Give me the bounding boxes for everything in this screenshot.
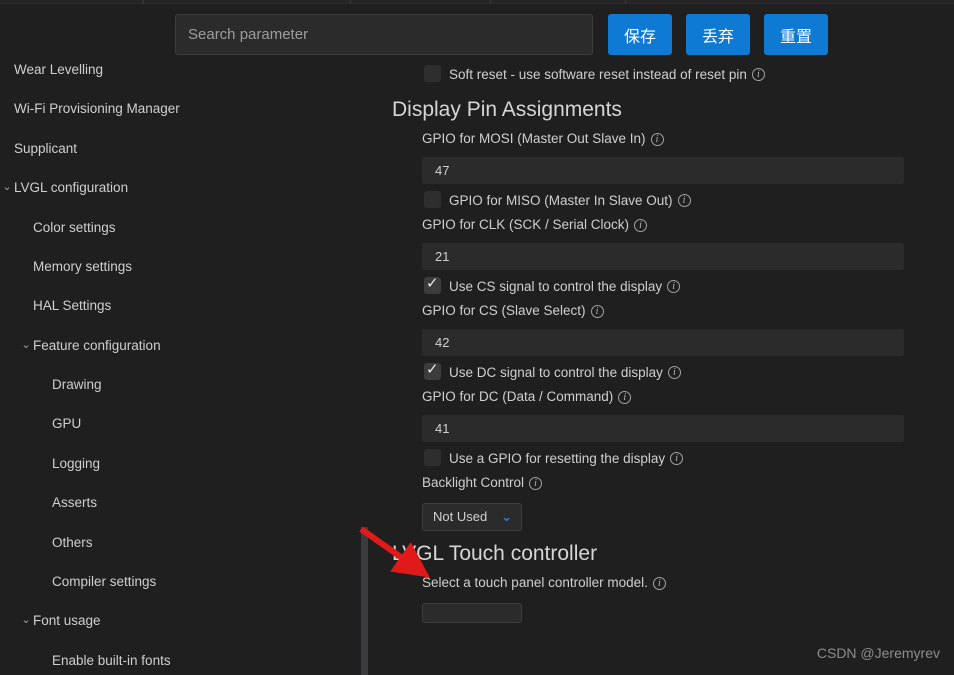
field-label-row: GPIO for CLK (SCK / Serial Clock) i (370, 213, 954, 237)
sidebar-item-label: Wi-Fi Provisioning Manager (14, 101, 180, 117)
sidebar-item-label: Compiler settings (52, 574, 157, 590)
page-title-display-pins: Display Pin Assignments (392, 98, 622, 121)
sidebar-item-font-usage[interactable]: ⌄ Font usage (0, 611, 360, 631)
select-value: Not Used (433, 509, 488, 524)
checkbox-label: Use CS signal to control the display (449, 278, 663, 294)
save-button[interactable]: 保存 (608, 14, 672, 55)
sidebar-item-label: Color settings (33, 219, 116, 235)
sidebar-item-enable-built-in-fonts[interactable]: Enable built-in fonts (0, 651, 360, 671)
gpio-clk-field[interactable] (422, 243, 904, 270)
sidebar-item-label: Memory settings (33, 258, 133, 274)
watermark: CSDN @Jeremyrev (816, 645, 940, 661)
gpio-miso-checkbox-box[interactable] (424, 191, 441, 208)
checkbox-label: Use DC signal to control the display (449, 364, 663, 380)
gpio-cs-field[interactable] (422, 329, 904, 356)
sidebar-item-label: Wear Levelling (14, 62, 104, 77)
sidebar-item-label: Asserts (52, 495, 98, 511)
reset-button[interactable]: 重置 (764, 14, 828, 55)
touch-panel-model-select[interactable] (422, 603, 522, 623)
tab-divider-2 (490, 0, 491, 4)
use-dc-signal-checkbox-box[interactable] (424, 360, 441, 380)
field-label: GPIO for CS (Slave Select) (422, 303, 586, 318)
sidebar-item-label: Others (52, 534, 93, 550)
sidebar-item-drawing[interactable]: Drawing (0, 375, 360, 395)
chevron-down-icon[interactable]: ⌄ (501, 504, 512, 530)
info-icon[interactable]: i (650, 133, 664, 146)
use-cs-signal-checkbox[interactable]: Use CS signal to control the display i (370, 273, 954, 299)
use-dc-signal-checkbox[interactable]: Use DC signal to control the display i (370, 359, 954, 385)
checkbox-label: Use a GPIO for resetting the display (449, 450, 666, 466)
field-label: GPIO for DC (Data / Command) (422, 389, 614, 404)
sidebar-item-gpu[interactable]: GPU (0, 414, 360, 434)
field-label-row: Backlight Control i (370, 471, 954, 495)
sidebar-item-color-settings[interactable]: Color settings (0, 218, 360, 238)
field-label-row: Select a touch panel controller model. i (370, 571, 954, 595)
info-icon[interactable]: i (751, 67, 765, 81)
use-gpio-reset-checkbox[interactable]: Use a GPIO for resetting the display i (370, 445, 954, 471)
sidebar-item-compiler-settings[interactable]: Compiler settings (0, 572, 360, 592)
search-input[interactable] (175, 14, 593, 55)
sidebar-item-label: Drawing (52, 377, 102, 393)
sidebar-item-supplicant[interactable]: Supplicant (0, 139, 360, 159)
page-title-touch-controller: LVGL Touch controller (392, 542, 598, 565)
sidebar-item-hal-settings[interactable]: HAL Settings (0, 296, 360, 316)
gpio-miso-checkbox[interactable]: GPIO for MISO (Master In Slave Out) i (370, 187, 954, 213)
sidebar-item-label: Font usage (33, 613, 101, 629)
discard-button[interactable]: 丢弃 (686, 14, 750, 55)
chevron-down-icon[interactable]: ⌄ (19, 611, 33, 631)
sidebar-item-label: Supplicant (14, 140, 78, 156)
field-label: GPIO for MOSI (Master Out Slave In) (422, 131, 646, 146)
sidebar-item-label: HAL Settings (33, 298, 112, 314)
use-gpio-reset-checkbox-box[interactable] (424, 449, 441, 466)
info-icon[interactable]: i (677, 193, 691, 207)
sidebar-item-lvgl-configuration[interactable]: ⌄ LVGL configuration (0, 178, 360, 198)
gpio-mosi-field[interactable] (422, 157, 904, 184)
info-icon[interactable]: i (667, 279, 681, 293)
info-icon[interactable]: i (590, 305, 604, 318)
chevron-down-icon[interactable]: ⌄ (19, 336, 33, 356)
use-cs-signal-checkbox-box[interactable] (424, 274, 441, 294)
sidebar-item-feature-configuration[interactable]: ⌄ Feature configuration (0, 336, 360, 356)
app-window: 保存 丢弃 重置 Wear Levelling Wi-Fi Provisionin… (0, 0, 954, 675)
settings-panel: Soft reset - use software reset instead … (370, 58, 954, 675)
checkbox-label: Soft reset - use software reset instead … (449, 66, 747, 82)
info-icon[interactable]: i (618, 391, 632, 404)
sidebar-item-others[interactable]: Others (0, 533, 360, 553)
sidebar-item-label: GPU (52, 416, 82, 432)
checkbox-row[interactable]: Soft reset - use software reset instead … (370, 61, 954, 87)
checkbox-label: GPIO for MISO (Master In Slave Out) (449, 192, 673, 208)
info-icon[interactable]: i (667, 365, 681, 379)
sidebar-item-label: Logging (52, 455, 101, 471)
field-label: Backlight Control (422, 475, 525, 490)
sidebar-item-wear-levelling[interactable]: Wear Levelling (0, 60, 360, 80)
editor-tab-strip (0, 0, 954, 4)
info-icon[interactable]: i (670, 451, 684, 465)
sidebar-item-wi-fi-provisioning-manager[interactable]: Wi-Fi Provisioning Manager (0, 99, 360, 119)
sidebar-nav: Wear Levelling Wi-Fi Provisioning Manager… (0, 60, 360, 675)
info-icon[interactable]: i (529, 477, 543, 490)
tab-divider-3 (625, 0, 626, 4)
backlight-control-select[interactable]: Not Used ⌄ (422, 503, 522, 531)
sidebar-item-asserts[interactable]: Asserts (0, 493, 360, 513)
field-label-row: GPIO for CS (Slave Select) i (370, 299, 954, 323)
field-label: GPIO for CLK (SCK / Serial Clock) (422, 217, 630, 232)
field-label-row: GPIO for MOSI (Master Out Slave In) i (370, 127, 954, 151)
tab-divider-1 (350, 0, 351, 4)
toolbar: 保存 丢弃 重置 (0, 5, 954, 59)
tab-divider-0 (143, 0, 144, 4)
info-icon[interactable]: i (634, 219, 648, 232)
sidebar-item-memory-settings[interactable]: Memory settings (0, 257, 360, 277)
chevron-down-icon[interactable]: ⌄ (0, 178, 14, 198)
sidebar-item-label: Feature configuration (33, 337, 161, 353)
sidebar-item-label: LVGL configuration (14, 180, 129, 196)
gpio-dc-field[interactable] (422, 415, 904, 442)
sidebar-scrollbar[interactable] (361, 527, 368, 675)
checkbox-box[interactable] (424, 65, 441, 82)
sidebar-item-label: Enable built-in fonts (52, 652, 171, 668)
field-label: Select a touch panel controller model. (422, 575, 648, 590)
sidebar-item-logging[interactable]: Logging (0, 454, 360, 474)
field-label-row: GPIO for DC (Data / Command) i (370, 385, 954, 409)
info-icon[interactable]: i (652, 577, 666, 590)
